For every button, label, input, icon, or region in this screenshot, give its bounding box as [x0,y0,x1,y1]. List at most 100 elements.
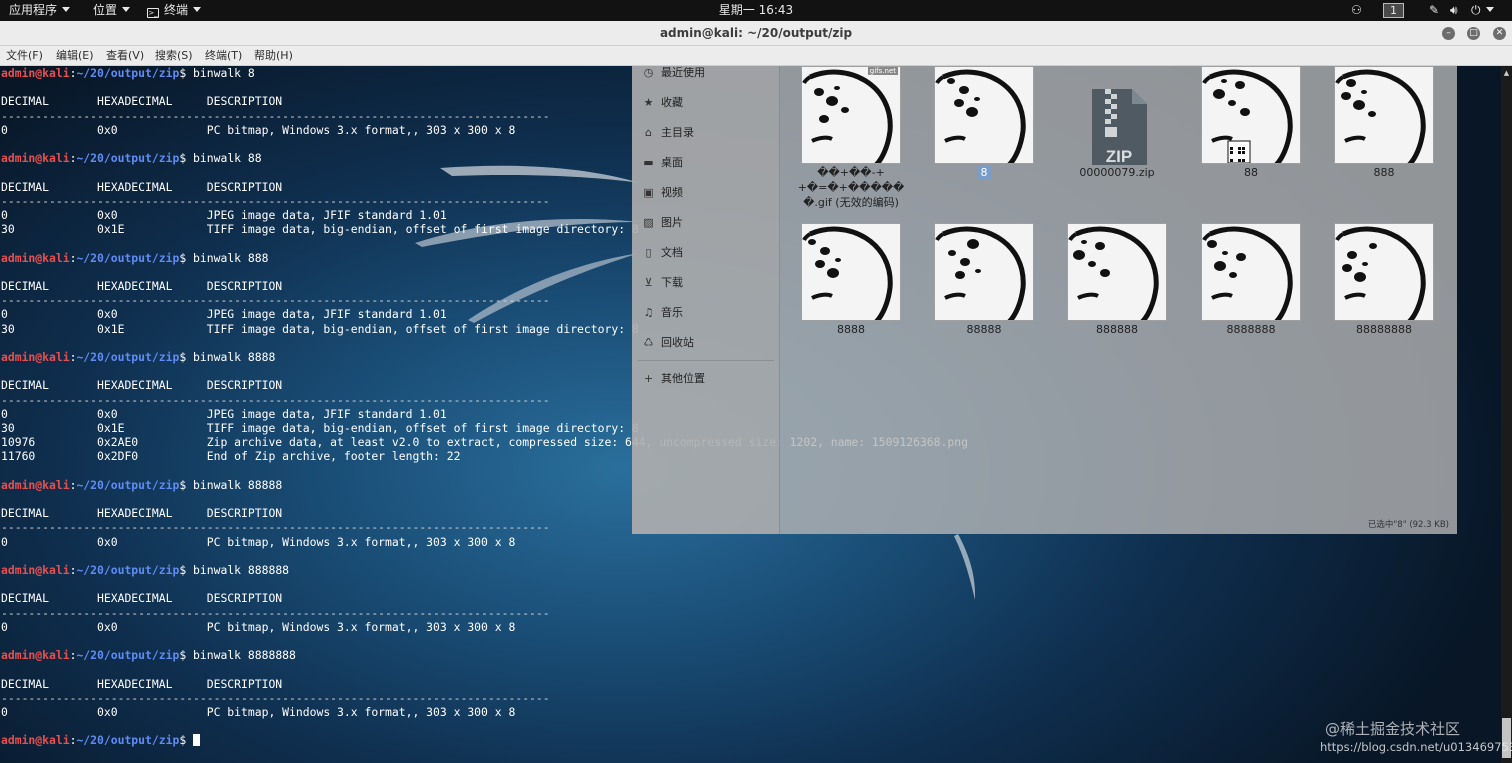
file-thumbnail[interactable] [1334,66,1434,164]
sidebar-item-7[interactable]: ▯ 文档 [642,243,683,263]
table-header: DECIMAL HEXADECIMAL DESCRIPTION [1,506,283,521]
sidebar-item-1[interactable]: ◷ 最近使用 [642,63,705,83]
maximize-icon[interactable]: □ [1467,27,1480,40]
file-thumbnail[interactable]: gifs.net [801,66,901,164]
plus-icon: + [643,372,654,385]
menu-edit[interactable]: 编辑(E) [56,46,94,66]
table-row: 0 0x0 JPEG image data, JFIF standard 1.0… [1,208,447,222]
table-separator: ----------------------------------------… [1,108,550,123]
table-separator: ----------------------------------------… [1,193,550,208]
power-icon[interactable]: ⏻ [1471,0,1494,21]
sidebar-item-label: 收藏 [661,96,683,109]
sidebar-item-4[interactable]: ▬ 桌面 [642,153,683,173]
sidebar-item-6[interactable]: ▨ 图片 [642,213,683,233]
terminal-cursor [193,734,201,747]
file-name-text: 88888 [966,323,1002,336]
home-icon: ⌂ [645,126,652,139]
file-thumbnail[interactable] [934,223,1034,321]
desktop-folder-icon: ▬ [643,156,654,169]
prompt-user: admin@kali [1,648,70,663]
close-icon[interactable]: ✕ [1493,27,1506,40]
scroll-up-icon[interactable]: ▲ [1502,68,1511,78]
file-manager-sidebar: ◷ 最近使用 ★ 收藏 ⌂ 主目录 ▬ 桌面 ▣ 视频 ▨ 图片 ▯ 文档 ⊻ 下载 ♫ 音乐 ♺ 回收站 + 其他位置 [632,66,780,534]
prompt-user: admin@kali [1,66,70,80]
star-icon: ★ [643,96,654,109]
thumbnail-watermark: gifs.net [867,67,898,75]
table-row: 11760 0x2DF0 End of Zip archive, footer … [1,449,461,464]
download-icon: ⊻ [644,276,653,289]
prompt-path: ~/20/output/zip [76,66,180,80]
prompt-line: admin@kali:~/20/output/zip$ binwalk 8888 [1,350,275,364]
sidebar-item-10[interactable]: ♺ 回收站 [642,333,694,353]
file-name-label[interactable]: 8888888 [1184,322,1318,337]
sidebar-item-label: 视频 [661,186,683,199]
pen-icon[interactable]: ✎ [1429,0,1439,21]
minimize-icon[interactable]: – [1442,27,1455,40]
prompt-line: admin@kali:~/20/output/zip$ binwalk 8 [1,66,255,80]
sidebar-item-label: 桌面 [661,156,683,169]
file-thumbnail[interactable] [1201,66,1301,164]
clock-icon: ◷ [643,66,654,79]
status-bar-label: 已选中"8" (92.3 KB) [1367,520,1449,530]
picture-icon: ▨ [643,216,654,229]
sidebar-item-2[interactable]: ★ 收藏 [642,93,683,113]
prompt-path: ~/20/output/zip [76,648,180,663]
file-name-text: 88888888 [1356,323,1412,336]
prompt-end: $ [179,151,194,166]
file-thumbnail[interactable] [1201,223,1301,321]
file-name-label[interactable]: ��+��-+ +�=�+����� �.gif (无效的编码) [784,165,918,210]
chevron-down-icon [1485,7,1494,12]
sidebar-item-label: 图片 [661,216,683,229]
clock[interactable]: 星期一 16:43 [0,0,1512,21]
file-name-text: 00000079.zip [1079,166,1155,179]
file-name-label[interactable]: 00000079.zip [1050,165,1184,180]
prompt-path: ~/20/output/zip [76,733,180,748]
command-text: binwalk 888 [193,250,269,265]
command-text: binwalk 88888 [193,477,283,492]
window-titlebar[interactable]: admin@kali: ~/20/output/zip – □ ✕ [0,21,1512,46]
sidebar-item-label: 回收站 [661,336,694,349]
menu-view[interactable]: 查看(V) [106,46,144,66]
file-name-label[interactable]: 88888888 [1317,322,1451,337]
sidebar-item-label: 文档 [661,246,683,259]
file-name-label[interactable]: 8 [917,165,1051,180]
table-row: 0 0x0 JPEG image data, JFIF standard 1.0… [1,307,447,322]
file-name-label[interactable]: 888888 [1050,322,1184,337]
sidebar-item-9[interactable]: ♫ 音乐 [642,303,683,323]
menu-file[interactable]: 文件(F) [6,46,43,66]
file-thumbnail[interactable] [801,223,901,321]
table-row: 0 0x0 PC bitmap, Windows 3.x format,, 30… [1,619,516,634]
table-separator: ----------------------------------------… [1,690,550,705]
table-row: 0 0x0 PC bitmap, Windows 3.x format,, 30… [1,705,516,719]
menu-search[interactable]: 搜索(S) [155,46,193,66]
menu-terminal[interactable]: 终端(T) [205,46,242,66]
sidebar-item-5[interactable]: ▣ 视频 [642,183,683,203]
file-thumbnail[interactable] [1334,223,1434,321]
file-thumbnail[interactable] [934,66,1034,164]
file-manager-window[interactable]: ◷ 最近使用 ★ 收藏 ⌂ 主目录 ▬ 桌面 ▣ 视频 ▨ 图片 ▯ 文档 ⊻ 下载 ♫ 音乐 ♺ 回收站 + 其他位置 … [632,66,1457,534]
file-thumbnail[interactable] [1067,223,1167,321]
window-title: admin@kali: ~/20/output/zip [659,26,853,40]
sidebar-item-11[interactable]: + 其他位置 [642,369,705,389]
network-icon[interactable]: ⚇ [1351,0,1362,21]
sidebar-item-8[interactable]: ⊻ 下载 [642,273,683,293]
table-row: 30 0x1E TIFF image data, big-endian, off… [1,222,639,237]
prompt-user: admin@kali [1,733,70,748]
prompt-end: $ [179,648,194,663]
file-name-text: 888 [1373,166,1395,179]
file-name-label[interactable]: 8888 [784,322,918,337]
file-name-label[interactable]: 888 [1317,165,1451,180]
table-separator: ----------------------------------------… [1,520,550,535]
prompt-end: $ [179,563,194,577]
menu-help[interactable]: 帮助(H) [254,46,293,66]
terminal-scrollbar[interactable] [1501,66,1512,763]
sidebar-item-label: 主目录 [661,126,694,139]
volume-icon[interactable]: 🔊︎ [1450,0,1458,21]
workspace-indicator[interactable]: 1 [1383,3,1404,18]
prompt-path: ~/20/output/zip [76,563,180,577]
prompt-end: $ [179,250,194,265]
file-name-label[interactable]: 88888 [917,322,1051,337]
table-header: DECIMAL HEXADECIMAL DESCRIPTION [1,591,283,606]
sidebar-item-3[interactable]: ⌂ 主目录 [642,123,694,143]
file-name-label[interactable]: 88 [1184,165,1318,180]
